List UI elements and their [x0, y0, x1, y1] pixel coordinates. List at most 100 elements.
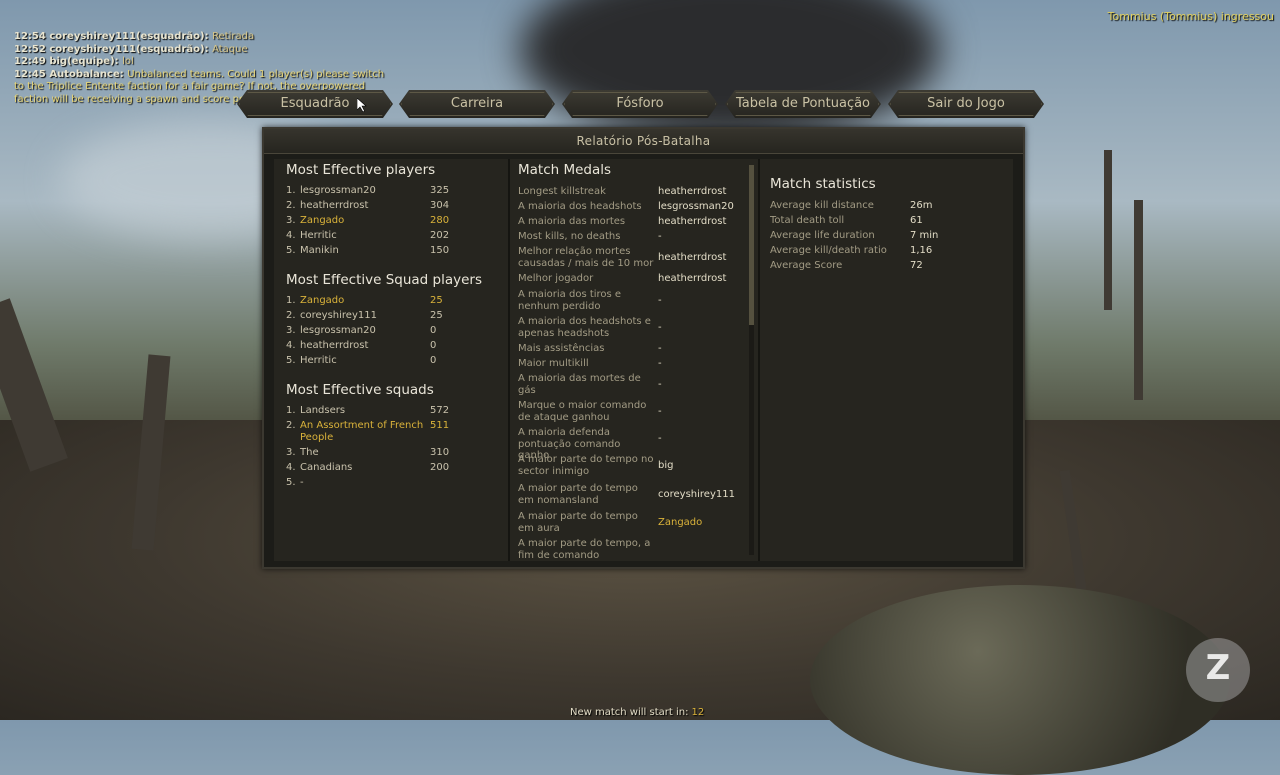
- medal-winner: heatherrdrost: [658, 216, 727, 227]
- ranking-row: 2. An Assortment of French People: [286, 420, 440, 444]
- medals-heading: Match Medals: [518, 162, 612, 178]
- squad-players-heading: Most Effective Squad players: [286, 272, 483, 288]
- chat-time: 12:45: [14, 68, 46, 80]
- rank-number: 4.: [286, 340, 296, 351]
- panel-body: Most Effective players 1. lesgrossman20 32…: [274, 159, 1013, 561]
- rank-score: 202: [430, 230, 450, 241]
- player-name: An Assortment of French People: [300, 420, 424, 443]
- medal-winner: heatherrdrost: [658, 252, 727, 263]
- rank-number: 5.: [286, 355, 296, 366]
- player-name: coreyshirey111: [300, 310, 377, 321]
- ranking-row: 5. Herritic: [286, 355, 440, 367]
- medal-name: A maior parte do tempo no sector inimigo: [518, 454, 654, 477]
- rank-number: 1.: [286, 185, 296, 196]
- ranking-row: 3. lesgrossman20: [286, 325, 440, 337]
- rank-score: 572: [430, 405, 450, 416]
- player-name: Herritic: [300, 355, 337, 366]
- medal-winner: -: [658, 406, 662, 417]
- medal-winner: -: [658, 295, 662, 306]
- rank-number: 2.: [286, 310, 296, 321]
- ranking-row: 3. Zangado: [286, 215, 440, 227]
- player-name: The: [300, 447, 319, 458]
- medal-winner: big: [658, 460, 674, 471]
- medal-winner: -: [658, 379, 662, 390]
- tab-match[interactable]: Fósforo: [562, 90, 718, 118]
- medal-name: A maior parte do tempo em nomansland: [518, 483, 638, 506]
- stat-name: Total death toll: [770, 215, 845, 226]
- rank-number: 1.: [286, 295, 296, 306]
- tree-trunk: [1104, 150, 1112, 310]
- medal-winner: Zangado: [658, 517, 703, 528]
- medals-scrollbar[interactable]: [749, 165, 754, 555]
- medal-name: A maioria dos headshots e apenas headsho…: [518, 316, 651, 339]
- watermark-logo-icon: Z: [1186, 638, 1250, 702]
- stat-name: Average life duration: [770, 230, 875, 241]
- stat-name: Average kill/death ratio: [770, 245, 887, 256]
- medal-winner: -: [658, 358, 662, 369]
- chat-sender: Autobalance:: [49, 68, 124, 80]
- statistics-heading: Match statistics: [770, 176, 876, 192]
- ranking-row: 5. -: [286, 477, 440, 489]
- players-heading: Most Effective players: [286, 162, 436, 178]
- player-name: lesgrossman20: [300, 185, 376, 196]
- medal-name: A maioria dos headshots: [518, 201, 642, 212]
- medal-name: A maior parte do tempo em aura: [518, 511, 638, 534]
- rank-number: 2.: [286, 420, 296, 431]
- ranking-row: 1. lesgrossman20: [286, 185, 440, 197]
- player-name: Zangado: [300, 215, 345, 226]
- player-name: heatherrdrost: [300, 340, 369, 351]
- medal-winner: coreyshirey111: [658, 489, 735, 500]
- chat-message: Ataque: [212, 43, 248, 55]
- chat-time: 12:54: [14, 31, 46, 42]
- medal-name: A maioria dos tiros e nenhum perdido: [518, 289, 622, 312]
- rank-number: 3.: [286, 215, 296, 226]
- medal-name: Melhor jogador: [518, 273, 594, 284]
- player-name: lesgrossman20: [300, 325, 376, 336]
- next-match-countdown: New match will start in: 12: [570, 707, 704, 718]
- rank-score: 0: [430, 325, 437, 336]
- statistics-column: Match statistics Average kill distance 26…: [762, 159, 1013, 561]
- ranking-row: 4. Herritic: [286, 230, 440, 242]
- medal-winner: -: [658, 343, 662, 354]
- medal-winner: heatherrdrost: [658, 273, 727, 284]
- player-name: Canadians: [300, 462, 353, 473]
- chat-sender: coreyshirey111(esquadrão):: [49, 31, 209, 42]
- medal-winner: -: [658, 433, 662, 444]
- rank-number: 5.: [286, 245, 296, 256]
- player-name: Manikin: [300, 245, 339, 256]
- medal-name: A maioria das mortes: [518, 216, 626, 227]
- chat-line: 12:54 coreyshirey111(esquadrão): Retirad…: [14, 31, 394, 44]
- chat-sender: big(equipe):: [49, 56, 119, 67]
- chat-message: Retirada: [212, 31, 255, 42]
- player-name: Landsers: [300, 405, 346, 416]
- rank-score: 0: [430, 340, 437, 351]
- rank-score: 511: [430, 420, 450, 431]
- medal-winner: -: [658, 322, 662, 333]
- rank-score: 150: [430, 245, 450, 256]
- tab-quit-game[interactable]: Sair do Jogo: [888, 90, 1044, 118]
- tab-career[interactable]: Carreira: [399, 90, 555, 118]
- rank-score: 200: [430, 462, 450, 473]
- stat-value: 1,16: [910, 245, 933, 256]
- rank-number: 4.: [286, 230, 296, 241]
- rank-score: 325: [430, 185, 450, 196]
- scrollbar-thumb[interactable]: [749, 165, 754, 325]
- join-notice: Tommius (Tommius) ingressou: [1107, 10, 1274, 23]
- tree-trunk: [1134, 200, 1143, 400]
- rank-score: 304: [430, 200, 450, 211]
- medal-name: A maioria das mortes de gás: [518, 373, 641, 396]
- chat-sender: coreyshirey111(esquadrão):: [49, 43, 209, 55]
- tab-squad[interactable]: Esquadrão: [237, 90, 393, 118]
- rank-number: 3.: [286, 447, 296, 458]
- stat-value: 72: [910, 260, 923, 271]
- chat-time: 12:49: [14, 56, 46, 67]
- medal-name: Maior multikill: [518, 358, 589, 369]
- chat-message: lol: [122, 56, 134, 67]
- boulder: [810, 585, 1230, 775]
- stat-value: 26m: [910, 200, 933, 211]
- tab-scoreboard[interactable]: Tabela de Pontuação: [725, 90, 881, 118]
- rank-number: 5.: [286, 477, 296, 488]
- ranking-row: 1. Landsers: [286, 405, 440, 417]
- rank-score: 310: [430, 447, 450, 458]
- squads-heading: Most Effective squads: [286, 382, 434, 398]
